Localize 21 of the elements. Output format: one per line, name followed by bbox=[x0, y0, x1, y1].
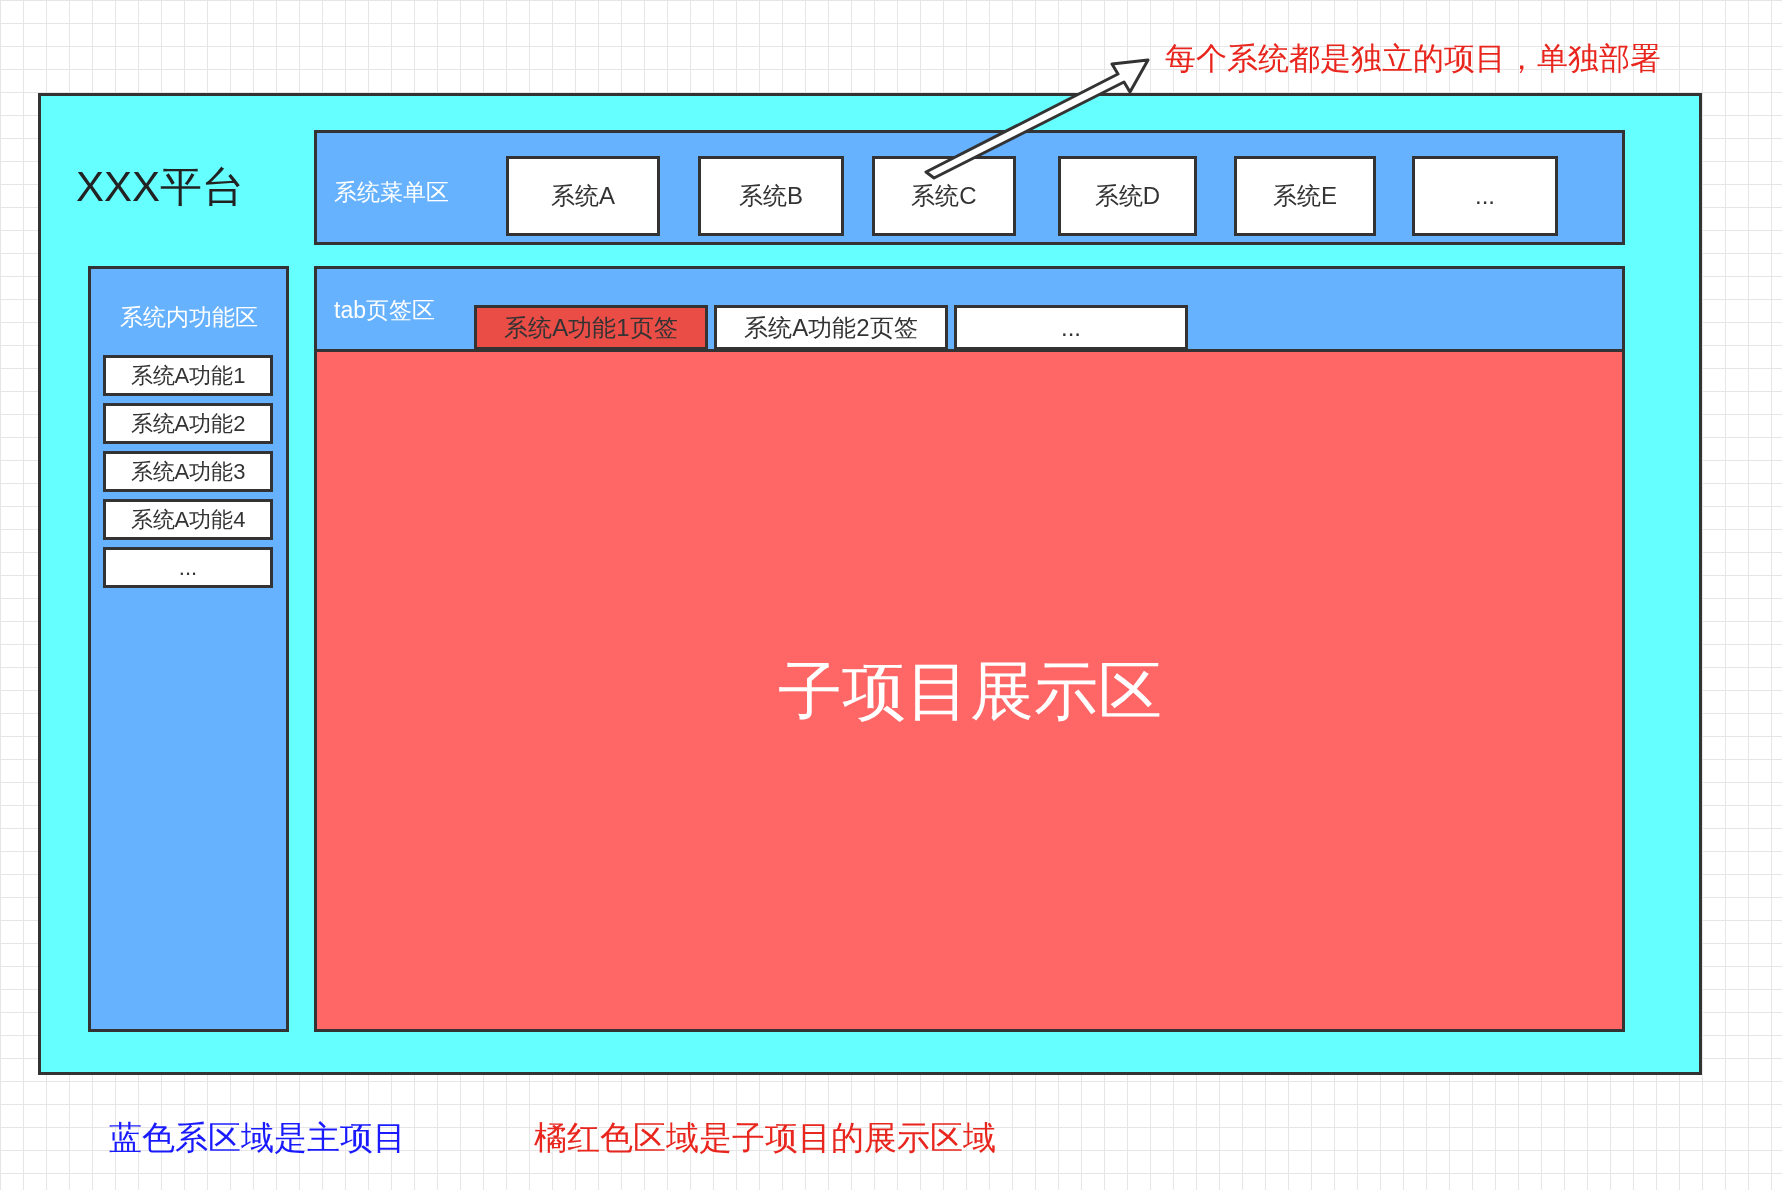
function-item[interactable]: ... bbox=[103, 547, 273, 588]
system-button[interactable]: 系统B bbox=[698, 156, 844, 236]
system-button[interactable]: 系统A bbox=[506, 156, 660, 236]
platform-title: XXX平台 bbox=[76, 162, 245, 212]
function-item[interactable]: 系统A功能1 bbox=[103, 355, 273, 396]
system-button[interactable]: 系统C bbox=[872, 156, 1016, 236]
system-button[interactable]: 系统E bbox=[1234, 156, 1376, 236]
tab-area-label: tab页签区 bbox=[334, 296, 435, 325]
function-item[interactable]: 系统A功能2 bbox=[103, 403, 273, 444]
system-button[interactable]: 系统D bbox=[1058, 156, 1197, 236]
tab[interactable]: 系统A功能2页签 bbox=[714, 305, 948, 350]
function-item[interactable]: 系统A功能4 bbox=[103, 499, 273, 540]
tab[interactable]: ... bbox=[954, 305, 1188, 350]
system-button[interactable]: ... bbox=[1412, 156, 1558, 236]
function-panel-label: 系统内功能区 bbox=[118, 303, 259, 332]
annotation-text: 每个系统都是独立的项目，单独部署 bbox=[1165, 40, 1661, 78]
legend-text: 橘红色区域是子项目的展示区域 bbox=[534, 1118, 996, 1158]
function-item[interactable]: 系统A功能3 bbox=[103, 451, 273, 492]
display-area-label: 子项目展示区 bbox=[777, 653, 1162, 729]
legend-text: 蓝色系区域是主项目 bbox=[109, 1118, 406, 1158]
system-menu-label: 系统菜单区 bbox=[334, 178, 449, 207]
